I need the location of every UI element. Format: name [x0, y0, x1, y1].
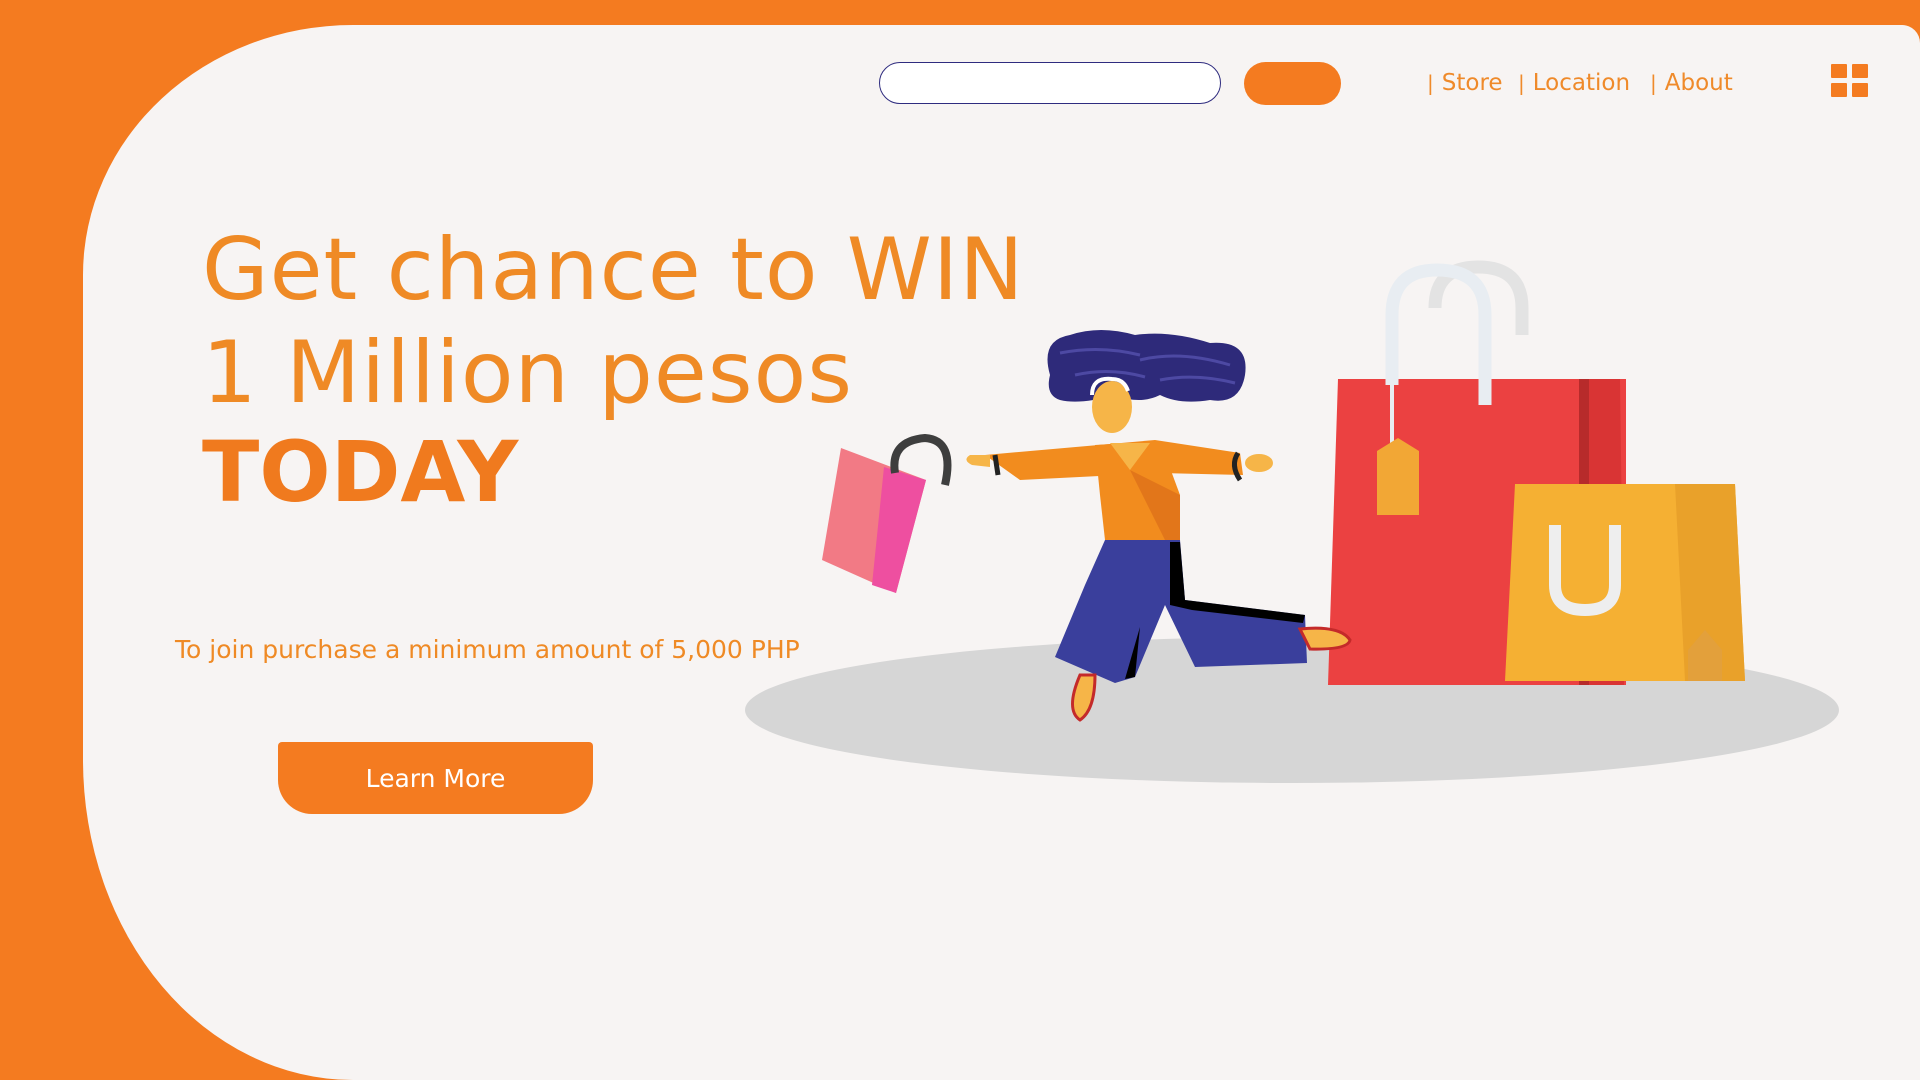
- nav-location-label: Location: [1532, 70, 1631, 96]
- grid-square: [1852, 64, 1868, 78]
- search-input[interactable]: [879, 62, 1221, 104]
- grid-square: [1831, 83, 1847, 97]
- grid-square: [1852, 83, 1868, 97]
- search-button[interactable]: [1244, 62, 1341, 105]
- promo-subtext: To join purchase a minimum amount of 5,0…: [175, 635, 800, 664]
- nav-store-label: Store: [1441, 70, 1503, 96]
- grid-menu-icon[interactable]: [1831, 64, 1869, 97]
- nav-about-label: About: [1664, 70, 1733, 96]
- nav-separator: |: [1650, 71, 1657, 95]
- nav-about-link[interactable]: | About: [1650, 70, 1733, 96]
- learn-more-button[interactable]: Learn More: [278, 742, 593, 814]
- pink-shopping-bag-icon: [822, 433, 952, 593]
- headline-line-3: TODAY: [202, 423, 519, 521]
- price-tag-icon: [1377, 438, 1419, 515]
- nav-separator: |: [1427, 71, 1434, 95]
- grid-square: [1831, 64, 1847, 78]
- nav-store-link[interactable]: | Store: [1427, 70, 1503, 96]
- shopping-illustration: [745, 260, 1839, 783]
- nav-separator: |: [1518, 71, 1525, 95]
- yellow-shopping-bag-icon: [1505, 484, 1745, 681]
- nav-location-link[interactable]: | Location: [1518, 70, 1630, 96]
